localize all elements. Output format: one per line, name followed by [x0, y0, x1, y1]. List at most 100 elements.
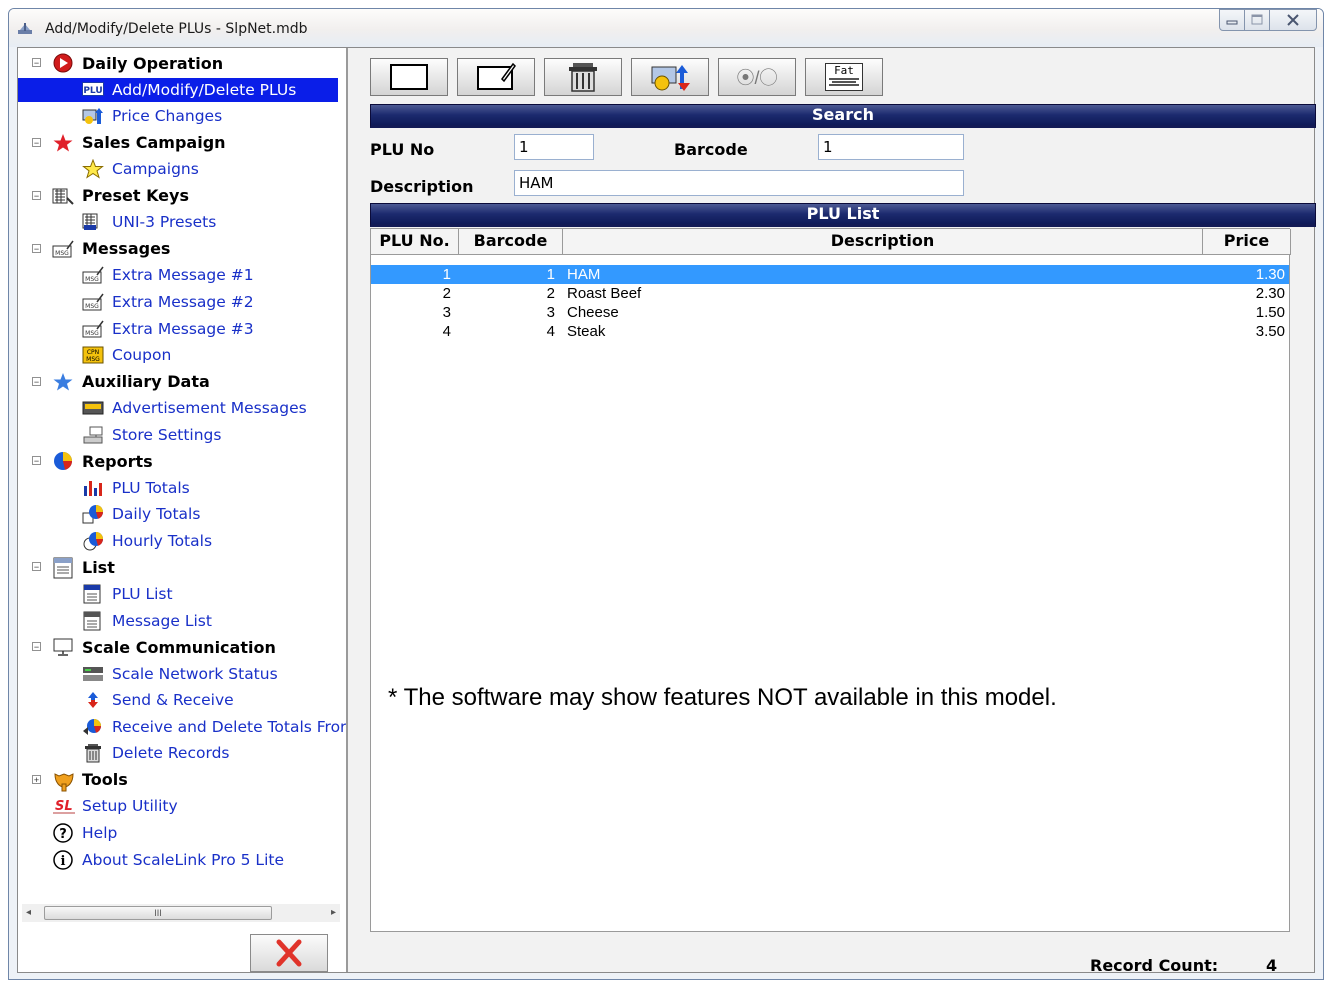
maximize-button[interactable] — [1244, 9, 1270, 31]
tree-cat-19[interactable]: − List — [32, 555, 115, 579]
tree-label: Coupon — [112, 346, 172, 365]
new-plu-button[interactable] — [370, 58, 448, 96]
description-label: Description — [370, 177, 474, 196]
plu-icon: PLU — [82, 80, 104, 100]
uni3-presets-icon — [82, 212, 104, 232]
table-row[interactable]: 1 1 HAM 1.30 — [371, 265, 1289, 284]
scroll-thumb[interactable]: III — [44, 906, 272, 920]
tree-item-16[interactable]: PLU Totals — [82, 476, 190, 500]
edit-plu-button[interactable] — [457, 58, 535, 96]
cell-price: 1.30 — [1255, 266, 1285, 283]
tree-item-24[interactable]: Send & Receive — [82, 688, 234, 712]
column-header-description[interactable]: Description — [563, 229, 1203, 255]
price-change-button[interactable] — [631, 58, 709, 96]
tree-cat-5[interactable]: − Preset Keys — [32, 184, 189, 208]
exit-button[interactable] — [250, 934, 328, 972]
close-icon — [1287, 14, 1299, 26]
tree-label: About ScaleLink Pro 5 Lite — [82, 850, 284, 869]
tree-item-2[interactable]: Price Changes — [82, 104, 222, 128]
tree-item-13[interactable]: Advertisement Messages — [82, 396, 307, 420]
tree-cat-7[interactable]: − MSG Messages — [32, 237, 171, 261]
tree-label: Store Settings — [112, 425, 222, 444]
tree-expander[interactable]: − — [32, 137, 41, 147]
tree-cat-3[interactable]: − Sales Campaign — [32, 131, 226, 155]
tree-item-20[interactable]: PLU List — [82, 582, 173, 606]
tree-expander[interactable]: − — [32, 376, 41, 386]
svg-text:i: i — [61, 854, 66, 869]
table-row[interactable]: 3 3 Cheese 1.50 — [371, 303, 1289, 322]
nutrition-label: Fat — [834, 64, 854, 77]
list-icon — [52, 557, 74, 579]
tree-cat-15[interactable]: − Reports — [32, 449, 153, 473]
tree-item-18[interactable]: Hourly Totals — [82, 529, 212, 553]
barcode-input[interactable]: 1 — [818, 134, 964, 160]
tree-item-26[interactable]: Delete Records — [82, 741, 229, 765]
tree-item-28[interactable]: SL Setup Utility — [52, 794, 178, 818]
tree-item-29[interactable]: ? Help — [52, 821, 117, 845]
tree-item-17[interactable]: Daily Totals — [82, 502, 200, 526]
tree-item-30[interactable]: i About ScaleLink Pro 5 Lite — [52, 848, 284, 872]
tree-label: Advertisement Messages — [112, 399, 307, 418]
table-row[interactable]: 2 2 Roast Beef 2.30 — [371, 284, 1289, 303]
column-header-price[interactable]: Price — [1203, 229, 1291, 255]
plu-no-input[interactable]: 1 — [514, 134, 594, 160]
tree-cat-0[interactable]: − Daily Operation — [32, 51, 223, 75]
close-window-button[interactable] — [1269, 9, 1317, 31]
title-bar[interactable]: Add/Modify/Delete PLUs - SlpNet.mdb — [9, 9, 1323, 47]
app-icon — [17, 22, 33, 36]
tree-item-11[interactable]: CPN MSG Coupon — [82, 343, 171, 367]
column-header-barcode[interactable]: Barcode — [459, 229, 563, 255]
receive-delete-icon — [82, 717, 104, 737]
tree-expander[interactable]: − — [32, 243, 41, 253]
tree-cat-27[interactable]: + Tools — [32, 768, 128, 792]
horizontal-scrollbar[interactable]: ◂ III ▸ — [22, 904, 340, 922]
cell-plu: 3 — [442, 304, 451, 321]
tree-cat-22[interactable]: − Scale Communication — [32, 635, 276, 659]
tree-label: Messages — [82, 239, 171, 259]
tree-label: Delete Records — [112, 744, 230, 763]
cell-plu: 1 — [442, 266, 451, 283]
description-input[interactable]: HAM — [514, 170, 964, 196]
toggle-button[interactable]: ⦿/◯ — [718, 58, 796, 96]
nutrition-button[interactable]: Fat — [805, 58, 883, 96]
tree-item-6[interactable]: UNI-3 Presets — [82, 210, 216, 234]
maximize-icon — [1251, 14, 1263, 25]
tree-item-21[interactable]: Message List — [82, 609, 212, 633]
tree-label: Sales Campaign — [82, 133, 226, 153]
tree-item-1[interactable]: PLU Add/Modify/Delete PLUs — [18, 77, 338, 102]
scroll-left-icon[interactable]: ◂ — [26, 907, 31, 918]
network-status-icon — [82, 664, 104, 684]
tree-expander[interactable]: + — [32, 774, 41, 784]
tree-label: Send & Receive — [112, 691, 234, 710]
plu-list-section-bar: PLU List — [370, 203, 1316, 227]
tree-expander[interactable]: − — [32, 190, 41, 200]
tree-expander[interactable]: − — [32, 642, 41, 652]
wrench-icon — [52, 770, 74, 792]
tree-item-4[interactable]: Campaigns — [82, 157, 199, 181]
record-count-value: 4 — [1266, 956, 1278, 975]
navigation-pane: − Daily Operation PLU Add/Modify/Delete PLU… — [18, 48, 348, 972]
minimize-button[interactable] — [1219, 9, 1245, 31]
table-row[interactable]: 4 4 Steak 3.50 — [371, 322, 1289, 341]
scroll-right-icon[interactable]: ▸ — [331, 907, 336, 918]
tree-expander[interactable]: − — [32, 456, 41, 466]
column-header-plu-no[interactable]: PLU No. — [371, 229, 459, 255]
bar-chart-icon — [82, 478, 104, 498]
record-count-label: Record Count: — [1090, 956, 1219, 975]
tree-item-10[interactable]: MSG Extra Message #3 — [82, 317, 254, 341]
tree-item-9[interactable]: MSG Extra Message #2 — [82, 290, 254, 314]
tree-item-25[interactable]: Receive and Delete Totals Fror — [82, 715, 346, 739]
tree-label: Scale Network Status — [112, 664, 278, 683]
tree-label: PLU List — [112, 585, 173, 603]
cell-barcode: 4 — [546, 323, 555, 340]
tree-item-23[interactable]: Scale Network Status — [82, 662, 278, 686]
delete-plu-button[interactable] — [544, 58, 622, 96]
tree-cat-12[interactable]: − Auxiliary Data — [32, 370, 210, 394]
tree-item-8[interactable]: MSG Extra Message #1 — [82, 263, 254, 287]
info-icon: i — [52, 849, 74, 870]
tree-item-14[interactable]: Store Settings — [82, 423, 221, 447]
setup-utility-icon: SL — [52, 796, 75, 816]
tree-expander[interactable]: − — [32, 58, 41, 68]
tree-expander[interactable]: − — [32, 562, 41, 572]
message-icon: MSG — [82, 319, 104, 339]
